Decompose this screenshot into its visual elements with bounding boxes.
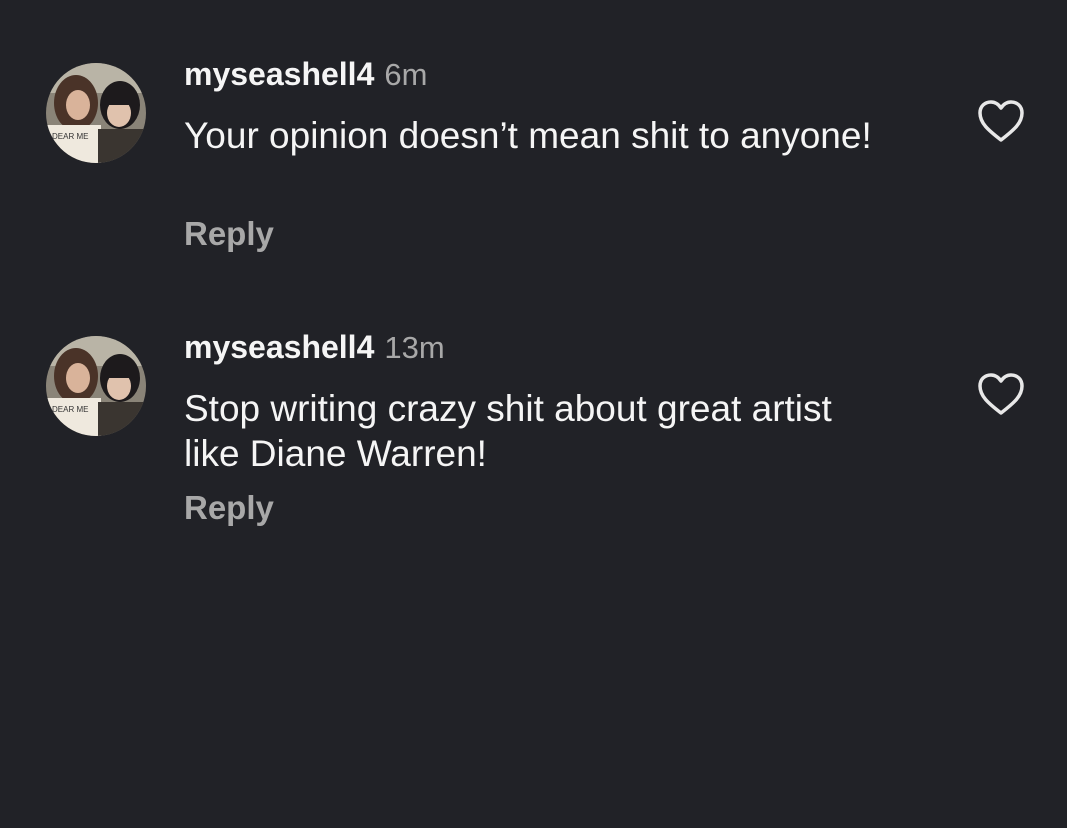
like-button[interactable] — [976, 371, 1026, 417]
avatar-photo: DEAR ME — [46, 63, 146, 163]
avatar-photo: DEAR ME — [46, 336, 146, 436]
avatar-shirt-text: DEAR ME — [52, 405, 88, 414]
reply-button[interactable]: Reply — [184, 215, 274, 253]
like-button[interactable] — [976, 98, 1026, 144]
comment-text: Your opinion doesn’t mean shit to anyone… — [184, 115, 872, 156]
avatar[interactable]: DEAR ME — [46, 63, 146, 163]
heart-outline-icon — [978, 100, 1024, 142]
timestamp: 13m — [384, 330, 445, 365]
username[interactable]: myseashell4 — [184, 329, 374, 365]
avatar-shirt-text: DEAR ME — [52, 132, 88, 141]
heart-outline-icon — [978, 373, 1024, 415]
reply-button[interactable]: Reply — [184, 489, 274, 527]
avatar[interactable]: DEAR ME — [46, 336, 146, 436]
comment-text: Stop writing crazy shit about great arti… — [184, 388, 832, 474]
timestamp: 6m — [384, 57, 428, 92]
comment-header: myseashell4 13m — [184, 329, 445, 366]
comment-header: myseashell4 6m — [184, 56, 427, 93]
username[interactable]: myseashell4 — [184, 56, 374, 92]
